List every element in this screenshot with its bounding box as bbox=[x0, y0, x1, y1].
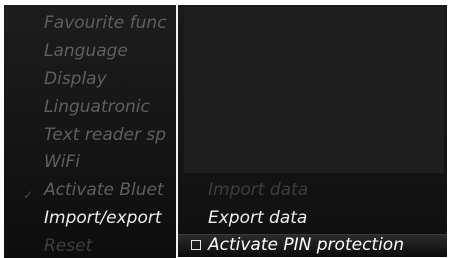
settings-screen: Favourite func Language Display Linguatr… bbox=[0, 0, 451, 258]
checkbox-empty-icon[interactable] bbox=[191, 240, 201, 250]
menu-item-linguatronic[interactable]: Linguatronic bbox=[44, 95, 150, 119]
submenu-panel: Import data Export data Activate PIN pro… bbox=[178, 5, 447, 257]
menu-item-favourite-functions[interactable]: Favourite func bbox=[44, 11, 167, 35]
menu-item-language[interactable]: Language bbox=[44, 39, 128, 63]
main-menu-panel: Favourite func Language Display Linguatr… bbox=[4, 5, 176, 258]
submenu-item-export-data[interactable]: Export data bbox=[208, 206, 307, 230]
activate-pin-protection-label: Activate PIN protection bbox=[208, 235, 404, 255]
menu-item-import-export[interactable]: Import/export bbox=[44, 206, 162, 230]
checkmark-icon: ✓ bbox=[23, 188, 34, 202]
submenu-background bbox=[184, 7, 444, 173]
menu-item-wifi[interactable]: WiFi bbox=[44, 150, 80, 174]
menu-item-display[interactable]: Display bbox=[44, 67, 107, 91]
submenu-item-import-data[interactable]: Import data bbox=[208, 178, 308, 202]
menu-item-reset[interactable]: Reset bbox=[44, 234, 92, 258]
menu-item-activate-bluetooth[interactable]: Activate Bluet bbox=[44, 178, 164, 202]
menu-item-text-reader-speed[interactable]: Text reader sp bbox=[44, 123, 166, 147]
